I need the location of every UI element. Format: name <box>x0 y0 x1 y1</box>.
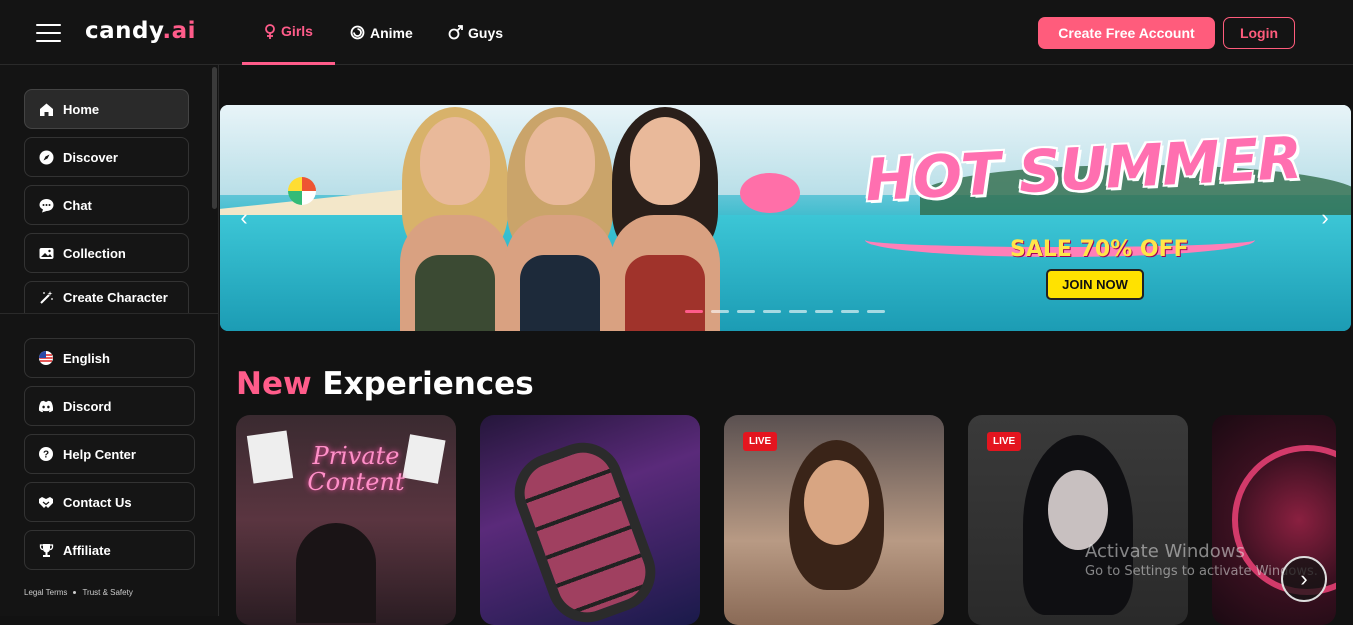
carousel-indicators <box>685 310 885 313</box>
male-symbol-icon <box>448 25 463 40</box>
tab-guys-label: Guys <box>468 24 504 41</box>
sidebar-item-chat[interactable]: Chat <box>24 185 189 225</box>
handshake-icon <box>38 494 54 510</box>
top-navigation-bar: candy.ai Girls Anime Guys Create Free Ac… <box>0 0 1353 65</box>
legal-terms-link[interactable]: Legal Terms <box>24 588 67 597</box>
swirl-icon <box>350 25 365 40</box>
discord-icon <box>38 398 54 414</box>
image-gallery-icon <box>38 245 54 261</box>
sidebar-item-home[interactable]: Home <box>24 89 189 129</box>
experience-card[interactable]: Private Content <box>236 415 456 625</box>
sidebar-item-label: Discord <box>63 398 112 414</box>
candy-ai-logo[interactable]: candy.ai <box>85 18 196 44</box>
sidebar-item-label: Home <box>63 101 100 117</box>
chat-bubble-icon <box>38 197 54 213</box>
polaroid-photo-image <box>246 430 294 484</box>
carousel-dot[interactable] <box>737 310 755 313</box>
carousel-dot[interactable] <box>711 310 729 313</box>
sidebar-item-label: Create Character <box>63 290 168 305</box>
section-title-rest: Experiences <box>322 366 534 402</box>
sidebar-scrollbar[interactable] <box>212 67 217 209</box>
svg-text:?: ? <box>43 450 49 461</box>
sidebar: Home Discover Chat Collection Create Cha… <box>0 65 219 616</box>
carousel-dot[interactable] <box>841 310 859 313</box>
tab-girls-label: Girls <box>281 23 313 39</box>
sidebar-item-label: Help Center <box>63 446 136 462</box>
magic-wand-icon <box>38 290 54 306</box>
section-title: New Experiences <box>236 366 534 402</box>
tab-anime[interactable]: Anime <box>350 0 413 65</box>
portrait-face-image <box>1048 470 1108 550</box>
sidebar-item-label: Collection <box>63 245 126 261</box>
beach-ball-image <box>288 177 316 205</box>
trust-safety-link[interactable]: Trust & Safety <box>82 588 132 597</box>
carousel-dot[interactable] <box>789 310 807 313</box>
experience-card[interactable] <box>480 415 700 625</box>
sidebar-divider <box>0 313 219 314</box>
carousel-dot[interactable] <box>685 310 703 313</box>
carousel-dot[interactable] <box>763 310 781 313</box>
sidebar-item-help-center[interactable]: ? Help Center <box>24 434 195 474</box>
sidebar-item-label: Discover <box>63 149 118 165</box>
experience-card[interactable]: LIVE <box>968 415 1188 625</box>
sidebar-item-label: English <box>63 350 110 366</box>
banner-prev-arrow-icon[interactable]: ‹ <box>234 205 254 231</box>
sidebar-item-label: Chat <box>63 197 92 213</box>
create-free-account-button[interactable]: Create Free Account <box>1038 17 1215 49</box>
sidebar-item-create-character[interactable]: Create Character <box>24 281 189 313</box>
trophy-icon <box>38 542 54 558</box>
section-title-accent: New <box>236 366 312 402</box>
login-button[interactable]: Login <box>1223 17 1295 49</box>
sidebar-item-label: Contact Us <box>63 494 132 510</box>
banner-model-image <box>590 105 740 331</box>
sidebar-item-discord[interactable]: Discord <box>24 386 195 426</box>
legal-links: Legal Terms Trust & Safety <box>24 588 133 597</box>
us-flag-icon <box>38 350 54 366</box>
separator-dot <box>73 591 77 594</box>
compass-icon <box>38 149 54 165</box>
sidebar-item-collection[interactable]: Collection <box>24 233 189 273</box>
film-strip-image <box>503 431 667 625</box>
promo-banner[interactable]: HOT SUMMER SALE 70% OFF JOIN NOW ‹ › <box>220 105 1351 331</box>
sidebar-item-english[interactable]: English <box>24 338 195 378</box>
neon-sign-text: Private Content <box>307 442 405 496</box>
live-badge: LIVE <box>743 432 778 451</box>
tab-guys[interactable]: Guys <box>448 0 503 65</box>
carousel-next-button[interactable]: › <box>1281 556 1327 602</box>
tab-girls[interactable]: Girls <box>242 0 335 65</box>
join-now-button[interactable]: JOIN NOW <box>1046 269 1144 300</box>
experience-card[interactable]: LIVE <box>724 415 944 625</box>
carousel-dot[interactable] <box>815 310 833 313</box>
hamburger-menu-icon[interactable] <box>36 24 61 42</box>
home-icon <box>38 101 54 117</box>
sidebar-item-label: Affiliate <box>63 542 111 558</box>
flamingo-float-image <box>740 173 800 213</box>
chevron-right-icon: › <box>1300 566 1308 591</box>
person-silhouette-image <box>296 523 376 623</box>
female-symbol-icon <box>265 23 275 39</box>
sidebar-item-affiliate[interactable]: Affiliate <box>24 530 195 570</box>
sidebar-item-contact-us[interactable]: Contact Us <box>24 482 195 522</box>
tab-anime-label: Anime <box>370 24 413 41</box>
banner-sale-text: SALE 70% OFF <box>1010 237 1189 262</box>
banner-next-arrow-icon[interactable]: › <box>1315 205 1335 231</box>
carousel-dot[interactable] <box>867 310 885 313</box>
sidebar-item-discover[interactable]: Discover <box>24 137 189 177</box>
help-circle-icon: ? <box>38 446 54 462</box>
live-badge: LIVE <box>987 432 1022 451</box>
portrait-face-image <box>804 460 869 545</box>
